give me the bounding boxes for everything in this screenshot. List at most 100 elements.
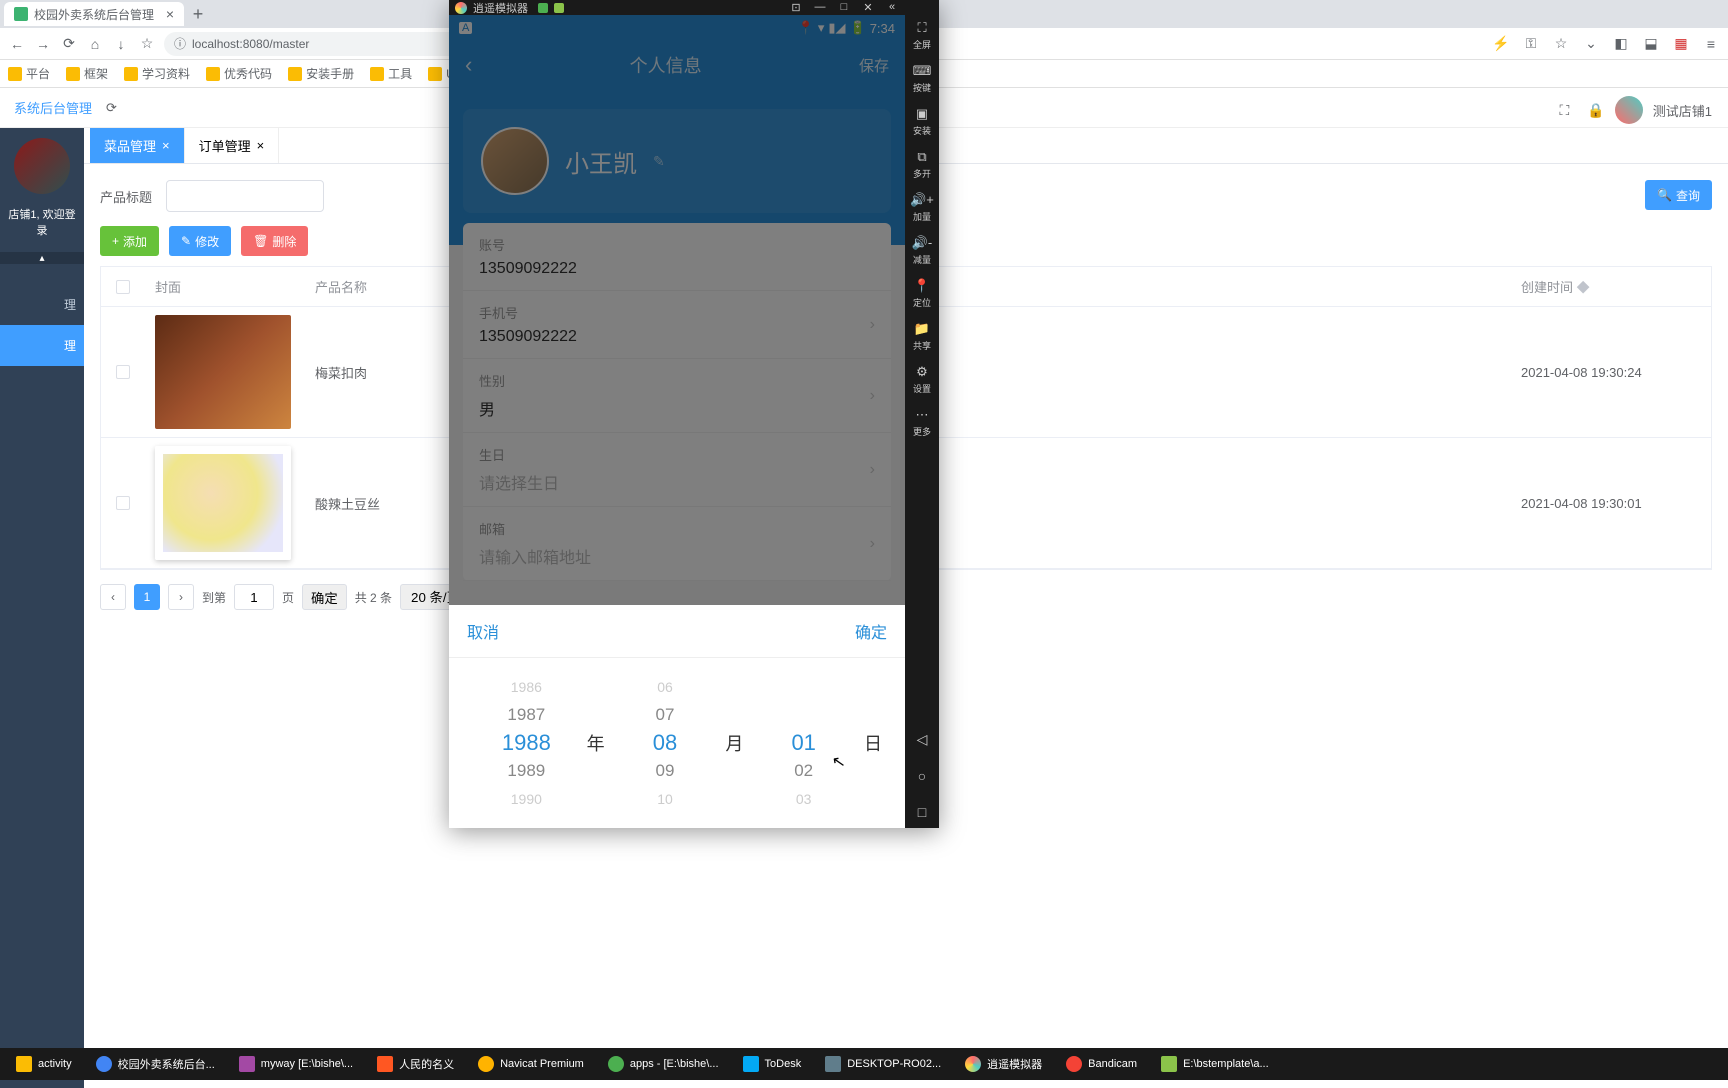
row-checkbox[interactable] xyxy=(116,365,130,379)
emu-share[interactable]: 📁共享 xyxy=(905,317,939,356)
shop-avatar xyxy=(14,138,70,194)
bookmark-item[interactable]: 安装手册 xyxy=(288,65,354,82)
flash-icon[interactable]: ⚡ xyxy=(1492,35,1510,53)
emu-fullscreen[interactable]: ⛶全屏 xyxy=(905,16,939,55)
task-item[interactable]: E:\bstemplate\a... xyxy=(1151,1050,1279,1078)
total-count: 共 2 条 xyxy=(355,589,392,606)
key-icon[interactable]: ⚿ xyxy=(1522,35,1540,53)
close-icon[interactable]: × xyxy=(162,138,170,153)
month-wheel[interactable]: 06 07 08 09 10 xyxy=(608,668,723,818)
star-icon[interactable]: ☆ xyxy=(138,35,156,53)
menu-icon[interactable]: ≡ xyxy=(1702,35,1720,53)
emu-multi[interactable]: ⧉多开 xyxy=(905,145,939,184)
task-item[interactable]: 校园外卖系统后台... xyxy=(86,1050,225,1078)
bookmark-item[interactable]: 优秀代码 xyxy=(206,65,272,82)
android-icon xyxy=(608,1056,624,1072)
emu-voldown[interactable]: 🔊-减量 xyxy=(905,231,939,270)
task-item[interactable]: 人民的名义 xyxy=(367,1050,464,1078)
emu-keymap[interactable]: ⌨按键 xyxy=(905,59,939,98)
add-button[interactable]: + 添加 xyxy=(100,226,159,256)
bookmark-icon[interactable]: ☆ xyxy=(1552,35,1570,53)
android-recent-icon[interactable]: □ xyxy=(918,796,926,828)
app-icon[interactable] xyxy=(554,3,564,13)
close-icon[interactable]: × xyxy=(257,138,265,153)
sidebar: 店铺1, 欢迎登录 ▴ 理 理 xyxy=(0,128,84,1088)
reload-icon[interactable]: ⟳ xyxy=(60,35,78,53)
task-item[interactable]: Navicat Premium xyxy=(468,1050,594,1078)
maximize-icon[interactable]: □ xyxy=(837,1,851,14)
pdf-icon[interactable]: ▦ xyxy=(1672,35,1690,53)
product-time: 2021-04-08 19:30:24 xyxy=(1511,357,1711,388)
task-item[interactable]: apps - [E:\bishe\... xyxy=(598,1050,729,1078)
goto-page-input[interactable] xyxy=(234,584,274,610)
tab-dishes[interactable]: 菜品管理× xyxy=(90,128,185,163)
app-reload-icon[interactable]: ⟳ xyxy=(106,100,117,116)
row-checkbox[interactable] xyxy=(116,496,130,510)
bookmark-item[interactable]: 框架 xyxy=(66,65,108,82)
emu-settings[interactable]: ⚙设置 xyxy=(905,360,939,399)
user-area: ⛶ 🔒 测试店铺1 xyxy=(1560,96,1712,124)
android-back-icon[interactable]: ◁ xyxy=(917,723,928,756)
select-all-checkbox[interactable] xyxy=(116,280,130,294)
close-icon[interactable]: ✕ xyxy=(861,1,875,14)
file-icon xyxy=(1161,1056,1177,1072)
download-icon[interactable]: ↓ xyxy=(112,35,130,53)
delete-button[interactable]: 🗑 删除 xyxy=(241,226,308,256)
next-page-button[interactable]: › xyxy=(168,584,194,610)
picker-cancel-button[interactable]: 取消 xyxy=(467,619,499,643)
window-center-icon[interactable]: ⊡ xyxy=(789,1,803,14)
emu-more[interactable]: ⋯更多 xyxy=(905,403,939,442)
bookmark-item[interactable]: 平台 xyxy=(8,65,50,82)
task-item[interactable]: myway [E:\bishe\... xyxy=(229,1050,363,1078)
back-icon[interactable]: ← xyxy=(8,35,26,53)
goto-confirm-button[interactable]: 确定 xyxy=(302,584,347,610)
task-item[interactable]: DESKTOP-RO02... xyxy=(815,1050,951,1078)
sidebar-item[interactable]: 理 xyxy=(0,325,84,366)
sort-icon[interactable]: ◆ xyxy=(1577,280,1590,295)
minimize-icon[interactable]: — xyxy=(813,1,827,14)
emu-volup[interactable]: 🔊+加量 xyxy=(905,188,939,227)
task-item[interactable]: Bandicam xyxy=(1056,1050,1147,1078)
collapse-icon[interactable]: « xyxy=(885,1,899,14)
task-item[interactable]: ToDesk xyxy=(733,1050,812,1078)
sidebar-toggle[interactable]: ▴ xyxy=(0,252,84,264)
windows-taskbar: activity 校园外卖系统后台... myway [E:\bishe\...… xyxy=(0,1048,1728,1080)
ext1-icon[interactable]: ◧ xyxy=(1612,35,1630,53)
bookmark-item[interactable]: 工具 xyxy=(370,65,412,82)
phone-screen: A 📍 ▾ ▮◢ 🔋 7:34 ‹ 个人信息 保存 小王凯 ✎ 账号 13509… xyxy=(449,15,905,828)
browser-tab[interactable]: 校园外卖系统后台管理 × xyxy=(4,2,184,26)
product-title-input[interactable] xyxy=(166,180,324,212)
task-item[interactable]: 逍遥模拟器 xyxy=(955,1050,1052,1078)
query-button[interactable]: 🔍 查询 xyxy=(1645,180,1712,210)
prev-page-button[interactable]: ‹ xyxy=(100,584,126,610)
fullscreen-icon[interactable]: ⛶ xyxy=(1560,102,1570,119)
chevron-down-icon[interactable]: ⌄ xyxy=(1582,35,1600,53)
avatar[interactable] xyxy=(1615,96,1643,124)
bookmark-item[interactable]: 学习资料 xyxy=(124,65,190,82)
emu-install[interactable]: ▣安装 xyxy=(905,102,939,141)
app-icon[interactable] xyxy=(538,3,548,13)
share-icon: 📁 xyxy=(914,321,930,337)
forward-icon[interactable]: → xyxy=(34,35,52,53)
emulator-titlebar[interactable]: 逍遥模拟器 ⊡ — □ ✕ « xyxy=(449,0,905,15)
url-bar[interactable]: ⓘ localhost:8080/master xyxy=(164,32,464,56)
todesk-icon xyxy=(743,1056,759,1072)
year-wheel[interactable]: 1986 1987 1988 1989 1990 xyxy=(469,668,584,818)
tab-orders[interactable]: 订单管理× xyxy=(185,128,280,163)
day-wheel[interactable]: 01 02 03 xyxy=(746,668,861,818)
filter-label: 产品标题 xyxy=(100,187,152,206)
sidebar-item[interactable]: 理 xyxy=(0,284,84,325)
tab-close-icon[interactable]: × xyxy=(166,6,174,22)
user-name: 测试店铺1 xyxy=(1653,101,1712,120)
android-home-icon[interactable]: ○ xyxy=(918,760,926,792)
page-number[interactable]: 1 xyxy=(134,584,160,610)
lock-icon[interactable]: 🔒 xyxy=(1587,102,1604,119)
new-tab-button[interactable]: + xyxy=(184,4,212,25)
emu-gps[interactable]: 📍定位 xyxy=(905,274,939,313)
edit-button[interactable]: ✎ 修改 xyxy=(169,226,231,256)
more-icon: ⋯ xyxy=(916,407,929,423)
home-icon[interactable]: ⌂ xyxy=(86,35,104,53)
task-item[interactable]: activity xyxy=(6,1050,82,1078)
ext2-icon[interactable]: ⬓ xyxy=(1642,35,1660,53)
picker-confirm-button[interactable]: 确定 xyxy=(855,619,887,643)
